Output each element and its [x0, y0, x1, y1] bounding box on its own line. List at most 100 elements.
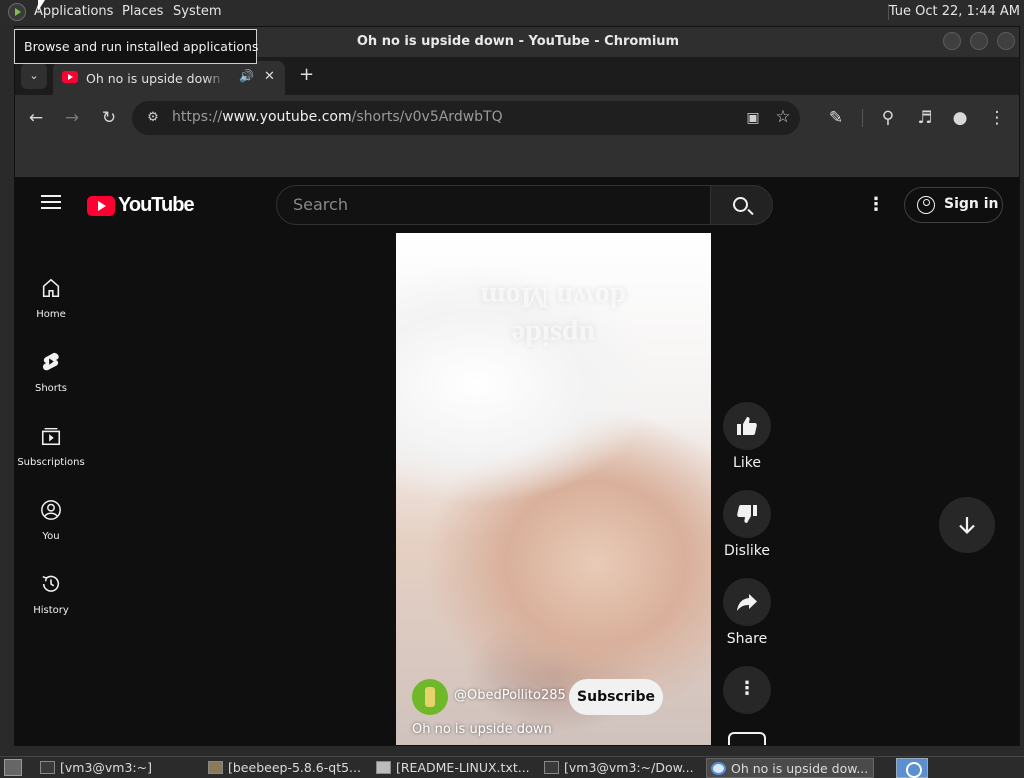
more-actions[interactable]: ⋮ — [723, 666, 771, 714]
install-app-icon[interactable]: ▣ — [742, 107, 764, 129]
profile-avatar-icon[interactable]: ● — [949, 107, 971, 129]
taskbar-item-text-editor[interactable]: [README-LINUX.txt... — [372, 758, 538, 778]
chromium-icon — [711, 762, 726, 775]
dislike-button[interactable] — [723, 490, 771, 538]
tab-audio-icon[interactable]: 🔊 — [239, 69, 254, 83]
guide-label-history: History — [33, 605, 69, 616]
channel-name[interactable]: @ObedPollito285 — [454, 688, 566, 703]
thumbs-up-icon — [737, 417, 757, 435]
close-window-button[interactable] — [997, 32, 1015, 50]
menu-system[interactable]: System — [173, 4, 221, 19]
guide-label-subscriptions: Subscriptions — [17, 457, 85, 468]
minimize-button[interactable] — [943, 32, 961, 50]
like-button[interactable] — [723, 402, 771, 450]
search-input[interactable] — [293, 195, 693, 214]
youtube-logo-text: YouTube — [118, 194, 195, 216]
chromium-window: Oh no is upside down - YouTube - Chromiu… — [14, 26, 1020, 746]
forward-arrow-icon[interactable]: → — [61, 107, 83, 129]
settings-kebab-icon[interactable]: ⋮ — [867, 193, 885, 217]
taskbar-item-file-manager[interactable]: [beebeep-5.8.6-qt5... — [204, 758, 368, 778]
taskbar-label: [README-LINUX.txt... — [396, 760, 530, 775]
shorts-icon — [42, 352, 59, 371]
taskbar-item-terminal-1[interactable]: [vm3@vm3:~] — [36, 758, 196, 778]
sign-in-button[interactable]: Sign in — [904, 187, 1003, 223]
next-short-button[interactable] — [939, 497, 995, 553]
like-action[interactable]: Like — [723, 402, 771, 471]
youtube-favicon-icon — [62, 71, 78, 83]
menu-places[interactable]: Places — [122, 4, 163, 19]
channel-row: @ObedPollito285 Subscribe — [412, 679, 702, 715]
url-host: www.youtube.com — [222, 109, 352, 125]
guide-item-shorts[interactable]: Shorts — [15, 351, 87, 421]
show-desktop-icon[interactable] — [4, 759, 22, 776]
tab-close-icon[interactable]: ✕ — [264, 69, 275, 84]
menu-applications[interactable]: Applications — [34, 4, 113, 19]
taskbar-label: [beebeep-5.8.6-qt5... — [228, 760, 361, 775]
panel-clock[interactable]: Tue Oct 22, 1:44 AM — [889, 4, 1020, 19]
guide-item-you[interactable]: You — [15, 499, 87, 569]
guide-item-home[interactable]: Home — [15, 277, 87, 347]
chevron-down-icon: ⌄ — [29, 69, 39, 82]
subscribe-button[interactable]: Subscribe — [569, 679, 663, 715]
dislike-action[interactable]: Dislike — [723, 490, 771, 559]
guide-label-shorts: Shorts — [34, 383, 68, 394]
hamburger-menu-icon[interactable] — [41, 195, 61, 209]
youtube-page: YouTube ⋮ Sign in Home Shorts Subsc — [15, 177, 1019, 745]
browser-tab[interactable]: Oh no is upside down - YouTube 🔊 ✕ — [53, 61, 285, 95]
shorts-video-player[interactable]: upside down Mom @ObedPollito285 Subscrib… — [396, 233, 711, 745]
search-box[interactable] — [276, 185, 711, 225]
search-button[interactable] — [710, 185, 773, 225]
labs-flask-icon[interactable]: ⚲ — [877, 107, 899, 129]
guide-label-home: Home — [36, 309, 66, 320]
youtube-play-logo-icon — [87, 196, 115, 216]
guide-item-history[interactable]: History — [15, 573, 87, 643]
arrow-down-icon — [959, 517, 975, 535]
tab-search-button[interactable]: ⌄ — [21, 63, 47, 89]
search-icon — [733, 197, 748, 212]
bookmark-star-icon[interactable]: ☆ — [772, 106, 794, 128]
terminal-icon — [544, 761, 559, 774]
like-label: Like — [733, 455, 761, 471]
remix-thumbnail[interactable] — [728, 732, 766, 745]
sign-in-label: Sign in — [944, 196, 999, 212]
chrome-menu-kebab-icon[interactable]: ⋮ — [986, 107, 1008, 129]
you-account-icon — [41, 500, 61, 520]
guide-label-you: You — [42, 531, 60, 542]
taskbar-item-chromium[interactable]: Oh no is upside dow... — [706, 758, 874, 778]
maximize-button[interactable] — [970, 32, 988, 50]
history-icon — [42, 575, 60, 592]
tab-title: Oh no is upside down - YouTube — [86, 71, 226, 86]
desktop-top-panel: Applications Places System Tue Oct 22, 1… — [0, 0, 1024, 24]
workspace-switcher-icon[interactable] — [896, 758, 928, 778]
new-tab-button[interactable]: + — [299, 64, 314, 85]
terminal-icon — [40, 761, 55, 774]
desktop-taskbar: [vm3@vm3:~] [beebeep-5.8.6-qt5... [READM… — [0, 756, 1024, 778]
short-title[interactable]: Oh no is upside down — [412, 722, 552, 737]
guide-item-subscriptions[interactable]: Subscriptions — [15, 425, 87, 495]
applications-tooltip: Browse and run installed applications — [14, 29, 258, 64]
browser-toolbar: ← → ↻ ⚙ https://www.youtube.com/shorts/v… — [15, 95, 1019, 141]
toolbar-separator — [862, 109, 863, 127]
media-controls-icon[interactable]: ♬ — [914, 107, 936, 129]
taskbar-item-terminal-2[interactable]: [vm3@vm3:~/Dow... — [540, 758, 700, 778]
back-arrow-icon[interactable]: ← — [25, 107, 47, 129]
more-actions-button[interactable]: ⋮ — [723, 666, 771, 714]
mouse-cursor-icon — [38, 0, 45, 11]
url-text[interactable]: https://www.youtube.com/shorts/v0v5Ardwb… — [172, 109, 503, 125]
taskbar-label: [vm3@vm3:~] — [60, 760, 152, 775]
url-scheme: https:// — [172, 109, 223, 125]
share-action[interactable]: Share — [723, 578, 771, 647]
youtube-header: YouTube ⋮ Sign in — [15, 177, 1019, 233]
share-label: Share — [726, 631, 768, 647]
taskbar-label: [vm3@vm3:~/Dow... — [564, 760, 694, 775]
home-icon — [42, 278, 60, 298]
channel-avatar[interactable] — [412, 679, 448, 715]
more-kebab-icon: ⋮ — [738, 678, 756, 699]
applications-menu-icon[interactable] — [8, 3, 26, 21]
thumbs-down-icon — [737, 505, 757, 523]
site-info-icon[interactable]: ⚙ — [142, 107, 164, 129]
address-bar[interactable]: ⚙ https://www.youtube.com/shorts/v0v5Ard… — [132, 101, 800, 135]
extensions-puzzle-icon[interactable]: ✎ — [825, 107, 847, 129]
reload-icon[interactable]: ↻ — [98, 107, 120, 129]
share-button[interactable] — [723, 578, 771, 626]
